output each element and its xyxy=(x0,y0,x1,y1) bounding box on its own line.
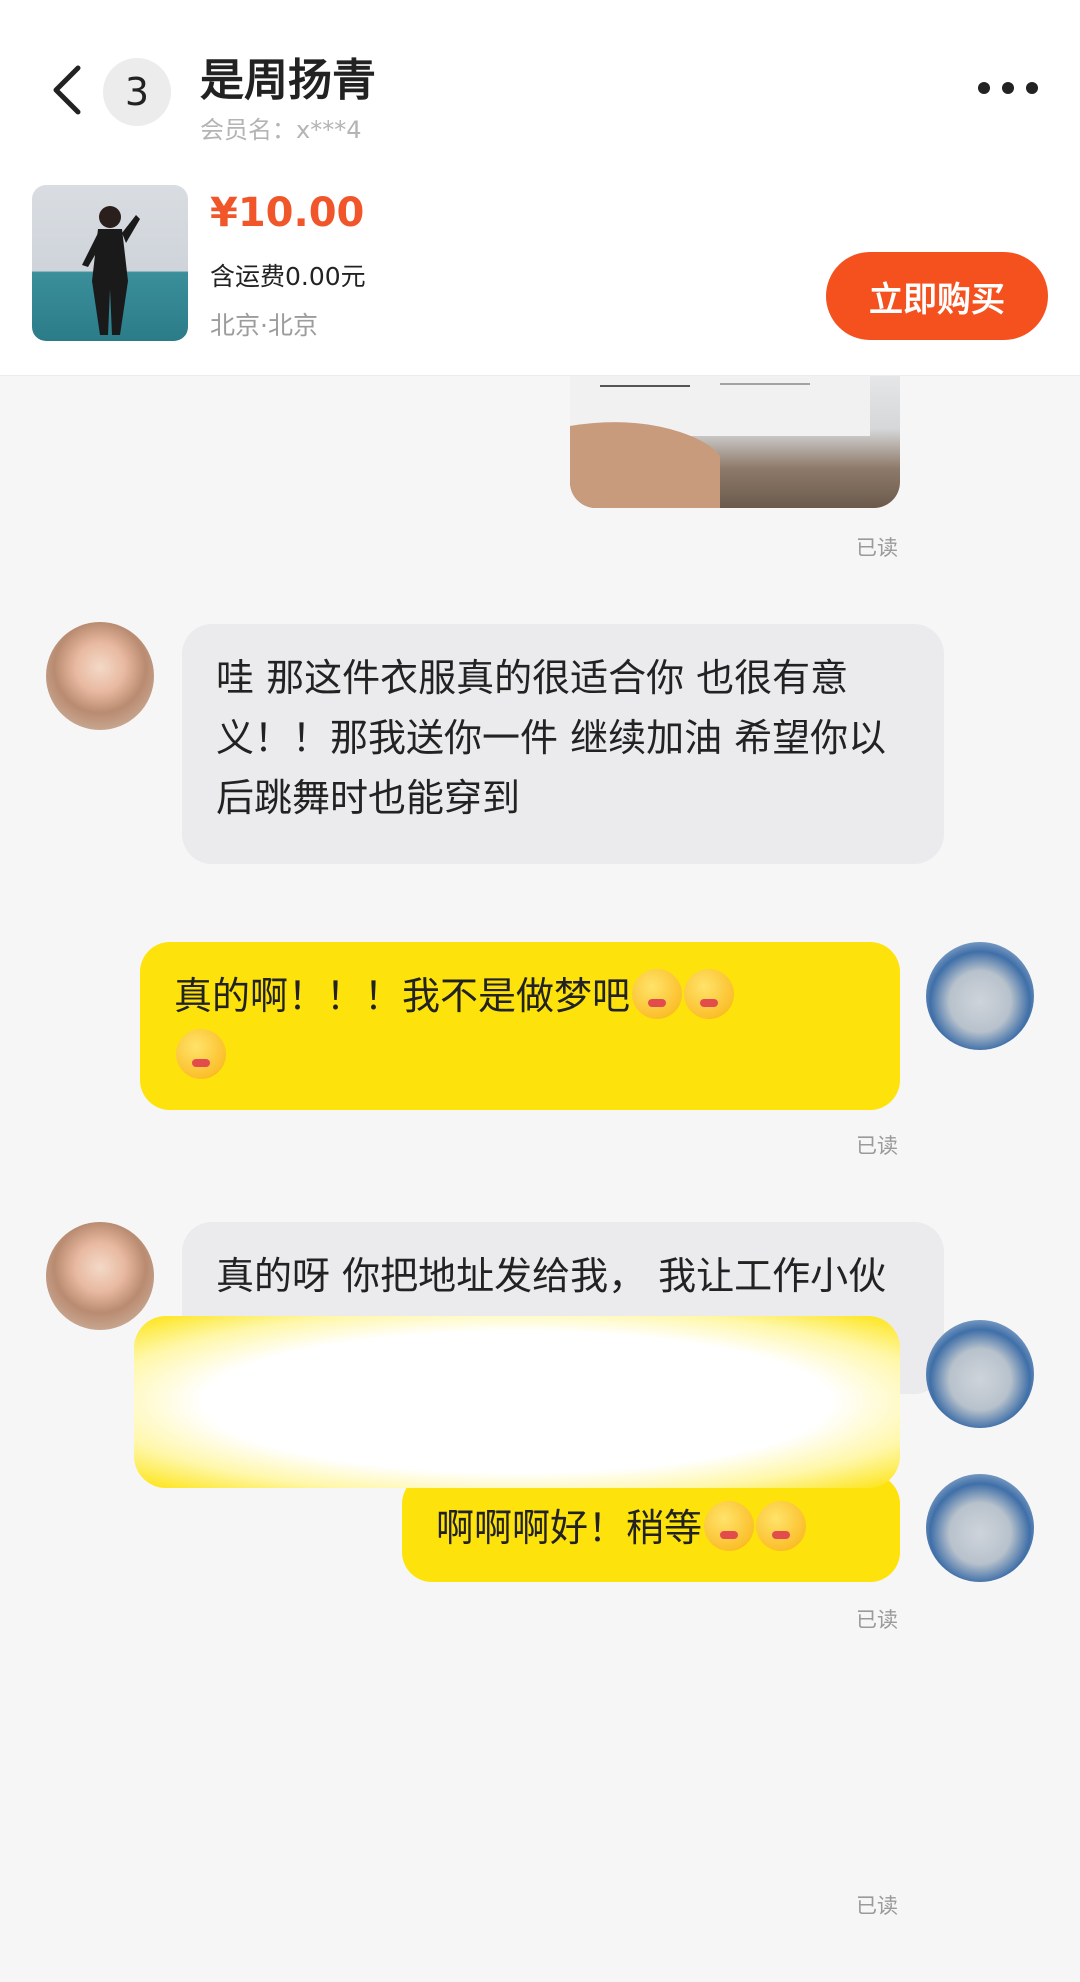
read-receipt: 已读 xyxy=(856,1134,898,1158)
member-name: 会员名：x***4 xyxy=(200,116,362,144)
read-receipt: 已读 xyxy=(856,1894,898,1918)
contact-avatar[interactable] xyxy=(46,1222,154,1330)
unread-count-badge: 3 xyxy=(103,58,171,126)
product-location: 北京·北京 xyxy=(210,311,318,340)
photo-document-hand xyxy=(570,376,870,508)
outgoing-message-text: 啊啊啊好！稍等 xyxy=(436,1506,703,1550)
incoming-message: 哇 那这件衣服真的很适合你 也很有意义！！那我送你一件 继续加油 希望你以后跳舞… xyxy=(182,624,944,864)
emoji-icon xyxy=(704,1501,755,1551)
crying-emoji-icon xyxy=(684,969,735,1019)
buy-now-button[interactable]: 立即购买 xyxy=(826,252,1048,340)
read-receipt: 已读 xyxy=(856,536,898,560)
more-options-icon[interactable] xyxy=(978,82,1038,100)
chat-header: 3 是周扬青 会员名：x***4 ¥10.00 含运费0.00元 北京·北京 立… xyxy=(0,0,1080,376)
crying-emoji-icon xyxy=(632,969,683,1019)
product-price: ¥10.00 xyxy=(210,190,365,236)
outgoing-message-redacted xyxy=(134,1316,900,1488)
product-model-figure xyxy=(82,206,140,335)
chat-messages[interactable]: 已读 哇 那这件衣服真的很适合你 也很有意义！！那我送你一件 继续加油 希望你以… xyxy=(0,376,1080,1982)
outgoing-message-text: 真的啊！！！我不是做梦吧 xyxy=(174,974,631,1018)
back-chevron-icon[interactable] xyxy=(40,60,100,120)
shipping-fee: 含运费0.00元 xyxy=(210,262,366,291)
contact-avatar[interactable] xyxy=(46,622,154,730)
user-avatar[interactable] xyxy=(926,1320,1034,1428)
image-message[interactable] xyxy=(570,376,900,508)
outgoing-message: 真的啊！！！我不是做梦吧 xyxy=(140,942,900,1110)
read-receipt: 已读 xyxy=(856,1608,898,1632)
emoji-icon xyxy=(756,1501,807,1551)
crying-emoji-icon xyxy=(176,1029,226,1079)
user-avatar[interactable] xyxy=(926,942,1034,1050)
product-image[interactable] xyxy=(32,185,188,341)
user-avatar[interactable] xyxy=(926,1474,1034,1582)
chat-title: 是周扬青 xyxy=(200,55,376,106)
outgoing-message: 啊啊啊好！稍等 xyxy=(402,1474,900,1582)
